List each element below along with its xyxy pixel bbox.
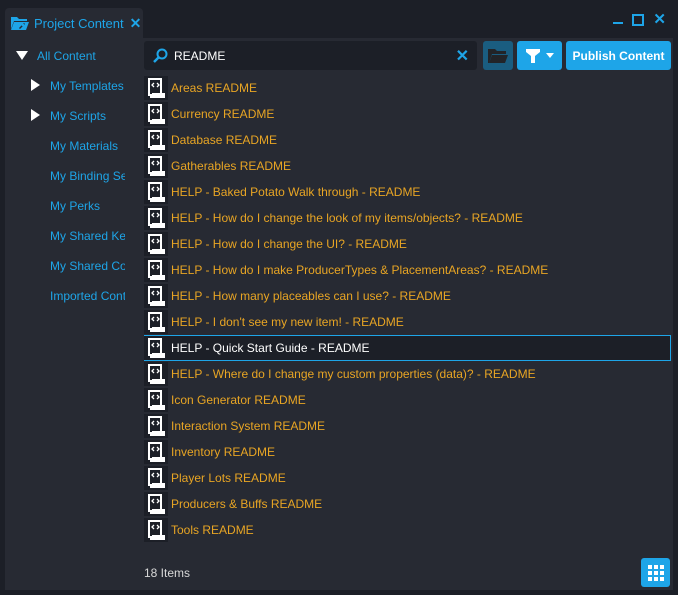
file-list-item[interactable]: Currency README	[144, 101, 671, 127]
file-list-item[interactable]: HELP - Where do I change my custom prope…	[144, 361, 671, 387]
file-name: HELP - I don't see my new item! - README	[171, 315, 404, 329]
file-name: Areas README	[171, 81, 258, 95]
file-list-item[interactable]: Player Lots README	[144, 465, 671, 491]
script-file-icon	[144, 518, 168, 542]
folder-view-button[interactable]	[483, 41, 513, 70]
sidebar-item-imported-content[interactable]: Imported Content	[50, 285, 125, 307]
script-file-icon	[144, 76, 168, 100]
folder-tree: All Content My Templates My Scripts My M…	[5, 38, 141, 590]
expanded-arrow-icon[interactable]	[16, 49, 28, 63]
script-file-icon	[144, 232, 168, 256]
sidebar-item-my-perks[interactable]: My Perks	[50, 195, 125, 217]
file-name: HELP - How many placeables can I use? - …	[171, 289, 451, 303]
file-list-item[interactable]: Inventory README	[144, 439, 671, 465]
sidebar-item-my-shared-keys[interactable]: My Shared Key	[50, 225, 125, 247]
file-list-item[interactable]: HELP - Quick Start Guide - README	[144, 335, 671, 361]
sidebar-item-label: My Scripts	[50, 109, 107, 123]
file-name: Interaction System README	[171, 419, 326, 433]
filter-button[interactable]	[517, 41, 562, 70]
file-name: HELP - Where do I change my custom prope…	[171, 367, 536, 381]
file-name: Tools README	[171, 523, 254, 537]
sidebar-item-label: My Shared Key	[50, 229, 125, 243]
search-bar: ✕	[144, 41, 477, 70]
minimize-icon[interactable]	[613, 22, 624, 24]
script-file-icon	[144, 206, 168, 230]
script-file-icon	[144, 388, 168, 412]
script-file-icon	[144, 180, 168, 204]
sidebar-item-label: All Content	[37, 49, 96, 63]
script-file-icon	[144, 154, 168, 178]
file-name: HELP - How do I change the look of my it…	[171, 211, 523, 225]
file-list-item[interactable]: HELP - How do I change the look of my it…	[144, 205, 671, 231]
grid-view-button[interactable]	[641, 558, 670, 587]
script-file-icon	[144, 440, 168, 464]
file-name: HELP - Baked Potato Walk through - READM…	[171, 185, 421, 199]
sidebar-item-all-content[interactable]: All Content	[16, 45, 96, 67]
file-list-item[interactable]: HELP - How do I change the UI? - README	[144, 231, 671, 257]
file-list-item[interactable]: Database README	[144, 127, 671, 153]
publish-content-button[interactable]: Publish Content	[566, 41, 671, 70]
sidebar-item-label: Imported Content	[50, 289, 125, 303]
search-input[interactable]	[172, 47, 446, 64]
folder-icon	[488, 48, 508, 63]
item-count: 18 Items	[144, 566, 191, 580]
project-folder-rocket-icon	[11, 17, 29, 30]
file-list-item[interactable]: Interaction System README	[144, 413, 671, 439]
sidebar-item-my-templates[interactable]: My Templates	[31, 75, 125, 97]
script-file-icon	[144, 310, 168, 334]
collapsed-arrow-icon[interactable]	[31, 78, 43, 94]
filter-icon	[525, 48, 540, 63]
file-list-item[interactable]: Areas README	[144, 75, 671, 101]
window-controls: ✕	[613, 12, 666, 27]
search-icon	[153, 48, 168, 63]
file-list-item[interactable]: HELP - How many placeables can I use? - …	[144, 283, 671, 309]
sidebar-item-my-shared-content[interactable]: My Shared Content	[50, 255, 125, 277]
sidebar-item-my-materials[interactable]: My Materials	[50, 135, 125, 157]
sidebar-item-my-binding-sets[interactable]: My Binding Sets	[50, 165, 125, 187]
file-list-item[interactable]: HELP - How do I make ProducerTypes & Pla…	[144, 257, 671, 283]
collapsed-arrow-icon[interactable]	[31, 108, 43, 124]
sidebar-item-label: My Materials	[50, 139, 119, 153]
close-icon[interactable]: ✕	[653, 12, 666, 27]
tab-title: Project Content	[34, 15, 124, 31]
grid-view-icon	[647, 564, 664, 581]
chevron-down-icon	[545, 53, 554, 58]
file-name: HELP - How do I change the UI? - README	[171, 237, 407, 251]
sidebar-item-label: My Templates	[50, 79, 124, 93]
close-tab-icon[interactable]: ✕	[130, 15, 142, 32]
script-file-icon	[144, 284, 168, 308]
sidebar-item-my-scripts[interactable]: My Scripts	[31, 105, 125, 127]
clear-search-icon[interactable]: ✕	[456, 46, 469, 66]
file-name: HELP - How do I make ProducerTypes & Pla…	[171, 263, 549, 277]
file-name: Icon Generator README	[171, 393, 306, 407]
file-list-item[interactable]: Producers & Buffs README	[144, 491, 671, 517]
project-content-tab[interactable]: Project Content ✕	[5, 8, 143, 38]
sidebar-item-label: My Shared Content	[50, 259, 125, 273]
file-name: Player Lots README	[171, 471, 286, 485]
file-list-item[interactable]: Tools README	[144, 517, 671, 543]
maximize-icon[interactable]	[632, 14, 645, 26]
file-name: Producers & Buffs README	[171, 497, 323, 511]
script-file-icon	[144, 102, 168, 126]
file-name: Gatherables README	[171, 159, 292, 173]
file-list-item[interactable]: Gatherables README	[144, 153, 671, 179]
file-list: Areas README Currency README Database READ…	[144, 75, 671, 543]
script-file-icon	[144, 466, 168, 490]
script-file-icon	[144, 362, 168, 386]
script-file-icon	[144, 414, 168, 438]
script-file-icon	[144, 492, 168, 516]
file-list-item[interactable]: Icon Generator README	[144, 387, 671, 413]
file-name: HELP - Quick Start Guide - README	[171, 341, 370, 355]
file-name: Inventory README	[171, 445, 276, 459]
file-list-item[interactable]: HELP - I don't see my new item! - README	[144, 309, 671, 335]
script-file-icon	[144, 128, 168, 152]
script-file-icon	[144, 336, 168, 360]
file-name: Currency README	[171, 107, 275, 121]
sidebar-item-label: My Perks	[50, 199, 101, 213]
sidebar-item-label: My Binding Sets	[50, 169, 125, 183]
file-list-item[interactable]: HELP - Baked Potato Walk through - READM…	[144, 179, 671, 205]
file-name: Database README	[171, 133, 278, 147]
script-file-icon	[144, 258, 168, 282]
